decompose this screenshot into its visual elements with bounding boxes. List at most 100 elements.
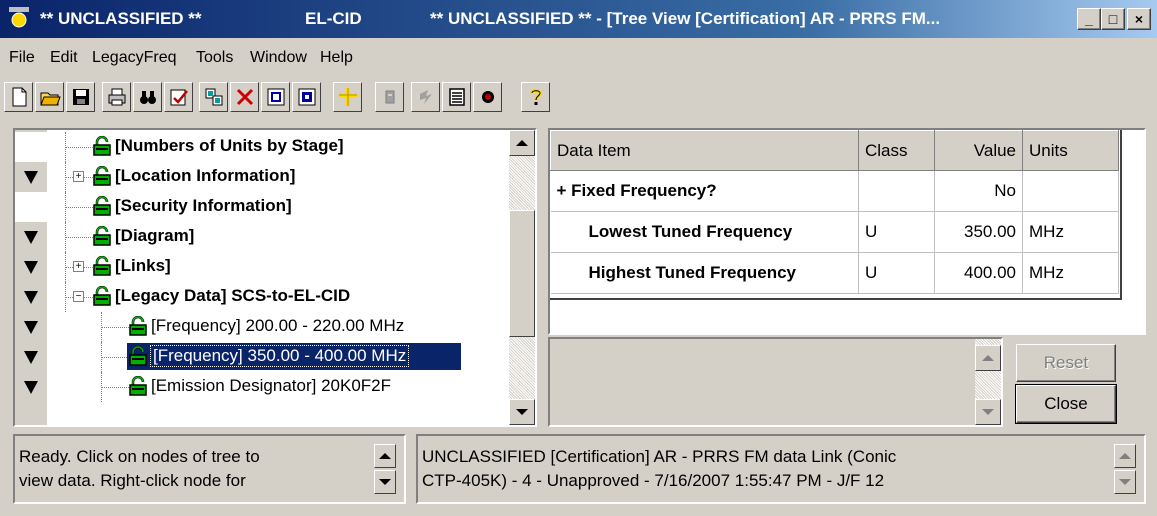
tree-view[interactable]: [Numbers of Units by Stage] + [Location In… <box>13 128 537 427</box>
tree-scroll-up-button[interactable] <box>509 130 535 156</box>
paste-record-icon <box>298 88 315 106</box>
detail-scroll-down-button[interactable] <box>975 399 1001 425</box>
tree-scroll-thumb[interactable] <box>509 210 535 337</box>
row-marker-triangle-icon <box>24 171 38 184</box>
expand-icon[interactable]: + <box>73 261 84 272</box>
add-cross-icon <box>338 88 357 106</box>
tree-row-marker <box>15 342 47 372</box>
expand-icon[interactable]: + <box>73 171 84 182</box>
tree-node-label: [Frequency] 200.00 - 220.00 MHz <box>151 316 405 335</box>
grid-right-edge <box>1120 130 1122 300</box>
menu-file[interactable]: File <box>9 49 35 67</box>
record-filter-icon <box>481 91 494 103</box>
cell-class[interactable]: U <box>858 252 935 294</box>
disabled-form-icon <box>385 90 394 104</box>
cell-units[interactable]: MHz <box>1022 211 1119 253</box>
tree-node[interactable]: [Security Information] <box>51 192 507 222</box>
find-button[interactable] <box>133 82 162 112</box>
cell-class[interactable] <box>858 170 935 212</box>
paste-record-button[interactable] <box>292 82 321 112</box>
open-folder-icon <box>39 92 61 106</box>
close-button[interactable]: Close <box>1015 384 1117 424</box>
reset-button[interactable]: Reset <box>1016 344 1116 382</box>
tree-row-marker <box>15 252 47 282</box>
copy-record-button[interactable] <box>261 82 290 112</box>
tree-node[interactable]: [Emission Designator] 20K0F2F <box>51 372 507 402</box>
menu-edit[interactable]: Edit <box>50 49 78 67</box>
tree-node-label: [Location Information] <box>115 166 296 185</box>
menu-window[interactable]: Window <box>250 49 307 67</box>
data-table: Data Item Class Value Units + Fixed Freq… <box>550 130 1119 294</box>
tree-node[interactable]: [Numbers of Units by Stage] <box>51 132 507 162</box>
classification-label: ** UNCLASSIFIED ** <box>40 9 202 28</box>
tree-node[interactable]: + [Location Information] <box>51 162 507 192</box>
lock-icon <box>93 255 111 276</box>
grid-row[interactable]: Lowest Tuned Frequency U 350.00 MHz <box>550 211 1119 253</box>
record-scroll-down-button[interactable] <box>1114 470 1136 494</box>
form-button[interactable] <box>375 82 404 112</box>
grid-header-row: Data Item Class Value Units <box>550 130 1119 171</box>
minimize-button[interactable]: _ <box>1077 8 1101 30</box>
menu-tools[interactable]: Tools <box>196 49 233 67</box>
grid-row[interactable]: + Fixed Frequency? No <box>550 170 1119 212</box>
tree-node[interactable]: [Frequency] 350.00 - 400.00 MHz <box>51 342 507 372</box>
tree-scroll-down-button[interactable] <box>509 399 535 425</box>
tree-row-marker <box>15 222 47 252</box>
row-marker-triangle-icon <box>24 351 38 364</box>
filter-button[interactable] <box>473 82 502 112</box>
status-scroll-up-button[interactable] <box>374 444 396 468</box>
grid-row[interactable]: Highest Tuned Frequency U 400.00 MHz <box>550 252 1119 294</box>
tree-node[interactable]: [Diagram] <box>51 222 507 252</box>
column-header-class[interactable]: Class <box>858 130 935 171</box>
column-header-data-item[interactable]: Data Item <box>550 130 859 171</box>
tree-row-marker <box>15 282 47 312</box>
refresh-button[interactable] <box>411 82 440 112</box>
tree-node-label: [Frequency] 350.00 - 400.00 MHz <box>149 345 410 367</box>
cell-class[interactable]: U <box>858 211 935 253</box>
column-header-units[interactable]: Units <box>1022 130 1119 171</box>
delete-button[interactable] <box>230 82 259 112</box>
cell-value[interactable]: No <box>934 170 1023 212</box>
tree-node[interactable]: [Frequency] 200.00 - 220.00 MHz <box>51 312 507 342</box>
maximize-button[interactable]: □ <box>1101 8 1125 30</box>
disabled-refresh-icon <box>419 90 432 104</box>
record-scroll-up-button[interactable] <box>1114 444 1136 468</box>
cell-data-item[interactable]: Highest Tuned Frequency <box>550 252 859 294</box>
open-button[interactable] <box>35 82 64 112</box>
new-document-button[interactable] <box>4 82 33 112</box>
tree-node[interactable]: + [Links] <box>51 252 507 282</box>
cell-data-item[interactable]: Lowest Tuned Frequency <box>550 211 859 253</box>
cell-units[interactable]: MHz <box>1022 252 1119 294</box>
status-scroll-down-button[interactable] <box>374 470 396 494</box>
column-header-value[interactable]: Value <box>934 130 1023 171</box>
menu-legacyfreq[interactable]: LegacyFreq <box>92 49 177 67</box>
check-button[interactable] <box>164 82 193 112</box>
find-binoculars-icon <box>139 91 156 104</box>
tree-node-label: [Security Information] <box>115 196 292 215</box>
cell-value[interactable]: 350.00 <box>934 211 1023 253</box>
list-view-button[interactable] <box>442 82 471 112</box>
save-button[interactable] <box>66 82 95 112</box>
tree-node[interactable]: − [Legacy Data] SCS-to-EL-CID <box>51 282 507 312</box>
detail-scroll-up-button[interactable] <box>975 345 1001 371</box>
tree-node-label: [Diagram] <box>115 226 195 245</box>
add-button[interactable] <box>333 82 362 112</box>
tree-row-marker <box>15 372 47 402</box>
detail-text-area[interactable] <box>548 337 1003 427</box>
help-button[interactable] <box>521 82 550 112</box>
print-icon <box>108 88 125 106</box>
close-window-button[interactable]: × <box>1127 8 1151 30</box>
toolbar <box>0 78 1157 118</box>
collapse-icon[interactable]: − <box>73 291 84 302</box>
copy-structure-button[interactable] <box>199 82 228 112</box>
data-grid[interactable]: Data Item Class Value Units + Fixed Freq… <box>548 128 1146 335</box>
cell-value[interactable]: 400.00 <box>934 252 1023 294</box>
cell-units[interactable] <box>1022 170 1119 212</box>
menu-help[interactable]: Help <box>320 49 353 67</box>
cell-data-item[interactable]: + Fixed Frequency? <box>550 170 859 212</box>
print-button[interactable] <box>102 82 131 112</box>
title-bar[interactable]: ** UNCLASSIFIED ** EL-CID ** UNCLASSIFIE… <box>0 0 1157 38</box>
app-logo-icon <box>7 6 31 30</box>
grid-bottom-edge <box>550 298 1122 300</box>
window-title: ** UNCLASSIFIED ** - [Tree View [Certifi… <box>430 9 941 28</box>
